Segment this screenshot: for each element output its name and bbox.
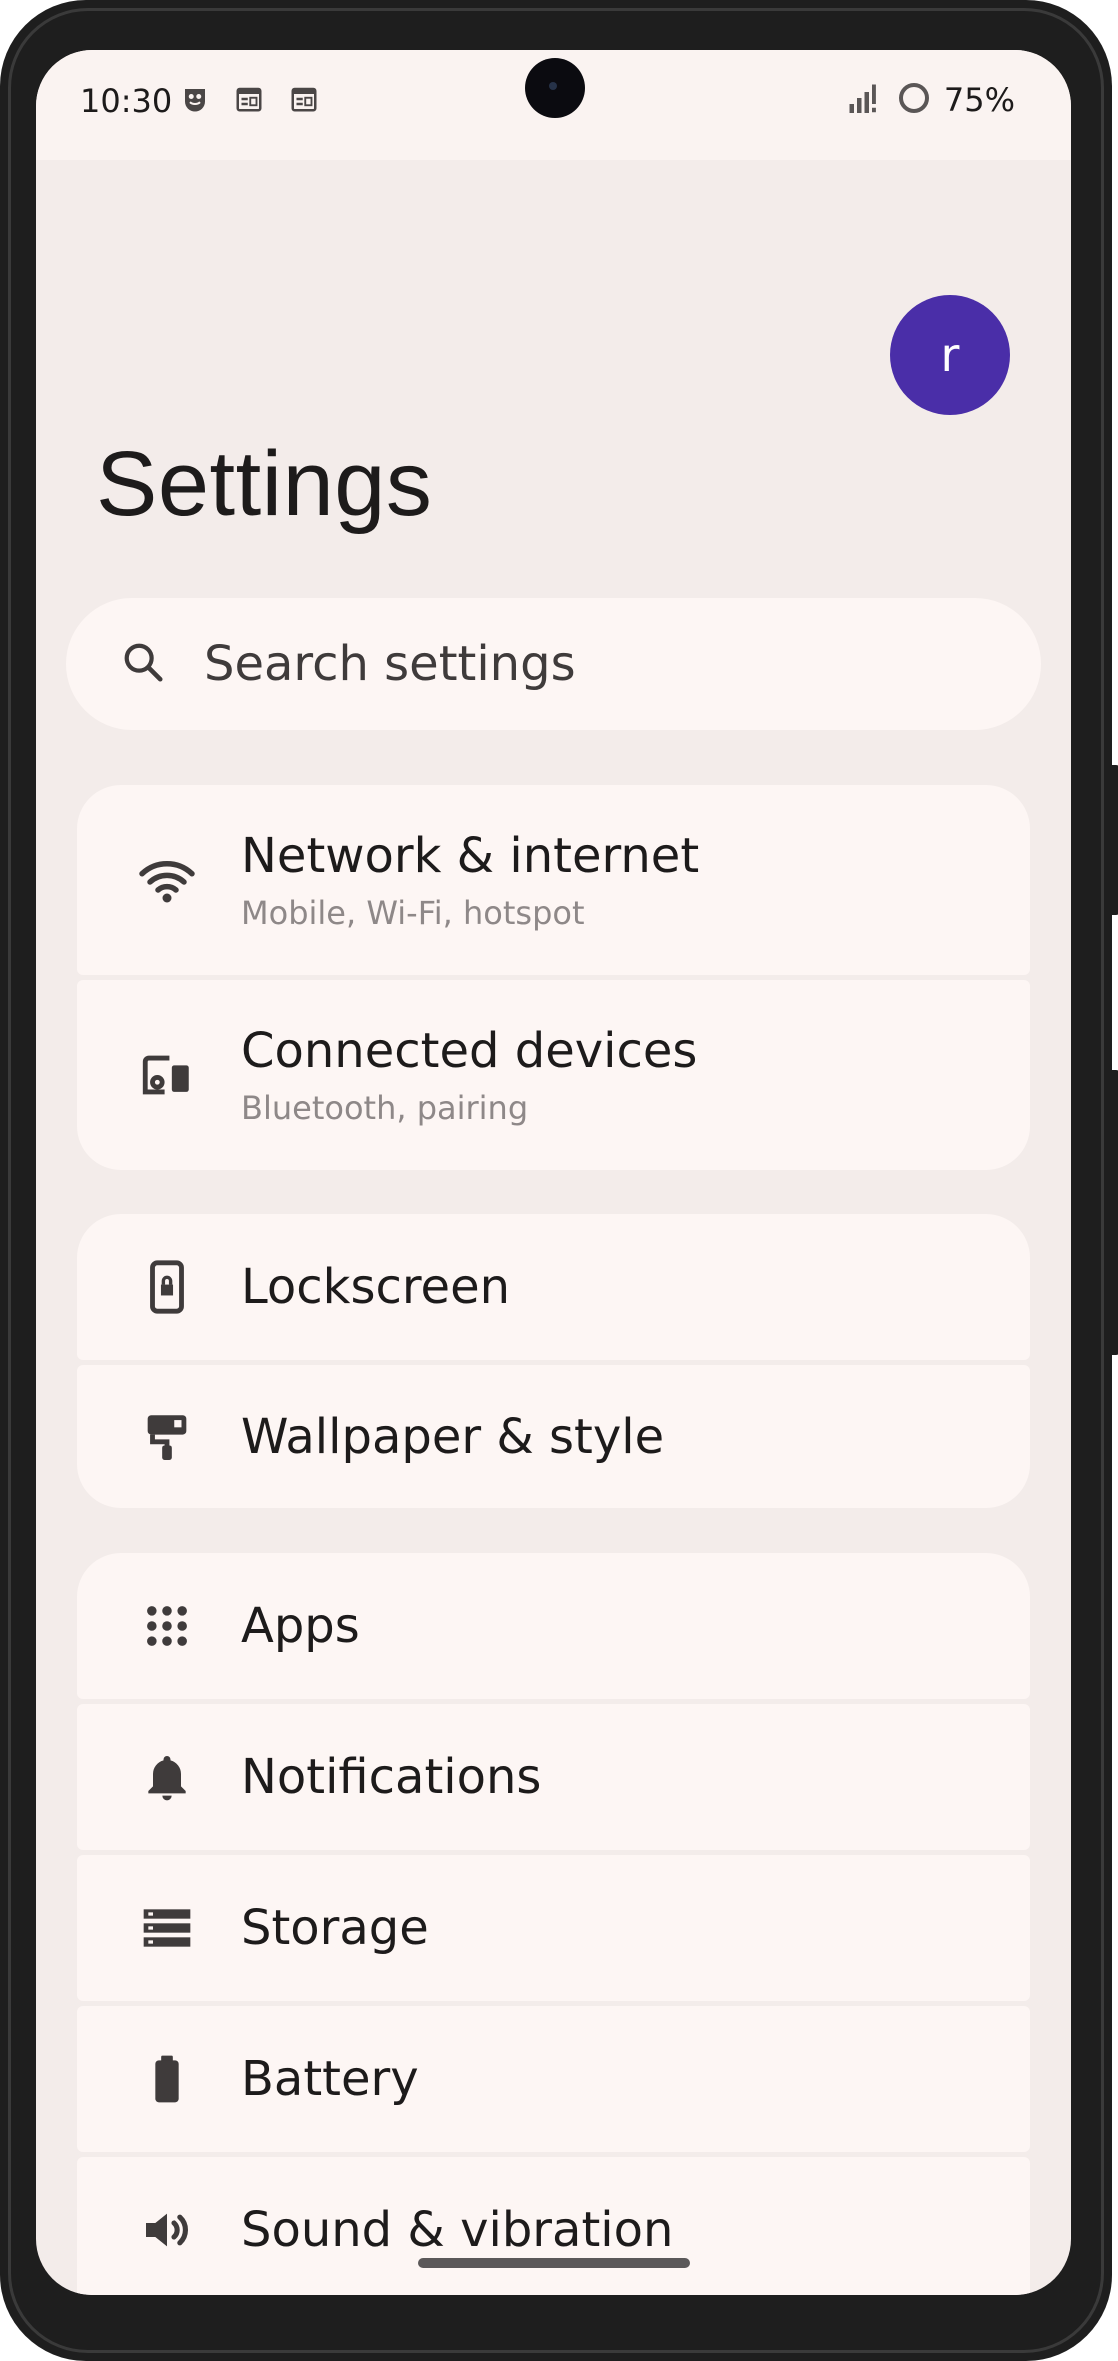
app-notification-icon [180,84,210,114]
battery-percent: 75% [943,81,1015,119]
paint-roller-icon [136,1406,198,1468]
battery-icon [136,2048,198,2110]
lock-icon [136,1256,198,1318]
calendar-icon [234,84,264,114]
avatar[interactable]: r [890,295,1010,415]
settings-item-label: Network & internet [241,828,700,884]
battery-ring-icon [896,80,932,120]
search-icon [120,639,166,689]
settings-item-storage[interactable]: Storage [77,1855,1030,2001]
settings-item-label: Connected devices [241,1023,698,1079]
wifi-icon [136,849,198,911]
settings-item-label: Wallpaper & style [241,1408,665,1465]
settings-item-network[interactable]: Network & internet Mobile, Wi-Fi, hotspo… [77,785,1030,975]
apps-grid-icon [136,1595,198,1657]
status-bar: 10:30 75% [36,50,1071,160]
cell-signal-icon [848,81,884,119]
status-indicators: 75% [848,80,1015,120]
volume-button [1110,1070,1118,1355]
settings-item-apps[interactable]: Apps [77,1553,1030,1699]
settings-item-label: Storage [241,1900,429,1956]
settings-item-label: Sound & vibration [241,2202,674,2258]
settings-item-battery[interactable]: Battery [77,2006,1030,2152]
home-indicator[interactable] [418,2258,690,2268]
speaker-icon [136,2199,198,2261]
settings-item-label: Apps [241,1598,360,1654]
settings-group-system: Apps Notifications Storage Battery Sound… [77,1553,1030,2295]
avatar-initial: r [940,328,960,382]
search-placeholder: Search settings [204,636,576,692]
camera-cutout [525,58,585,118]
phone-frame: 10:30 75% r Settings Search settings Net… [0,0,1118,2361]
settings-item-label: Battery [241,2051,419,2107]
power-button [1110,765,1118,915]
settings-item-summary: Bluetooth, pairing [241,1089,529,1127]
settings-item-wallpaper[interactable]: Wallpaper & style [77,1365,1030,1508]
page-title: Settings [96,433,433,535]
storage-icon [136,1897,198,1959]
settings-item-label: Lockscreen [241,1259,511,1315]
settings-item-label: Notifications [241,1749,542,1805]
screen: 10:30 75% r Settings Search settings Net… [36,50,1071,2295]
settings-item-lockscreen[interactable]: Lockscreen [77,1214,1030,1360]
settings-group-connectivity: Network & internet Mobile, Wi-Fi, hotspo… [77,785,1030,1170]
settings-item-notifications[interactable]: Notifications [77,1704,1030,1850]
devices-icon [136,1044,198,1106]
search-bar[interactable]: Search settings [66,598,1041,730]
status-time: 10:30 [80,82,173,120]
calendar-icon [289,84,319,114]
settings-item-connected-devices[interactable]: Connected devices Bluetooth, pairing [77,980,1030,1170]
settings-item-summary: Mobile, Wi-Fi, hotspot [241,894,585,932]
bell-icon [136,1746,198,1808]
settings-item-sound[interactable]: Sound & vibration [77,2157,1030,2295]
settings-group-personalization: Lockscreen Wallpaper & style [77,1214,1030,1508]
